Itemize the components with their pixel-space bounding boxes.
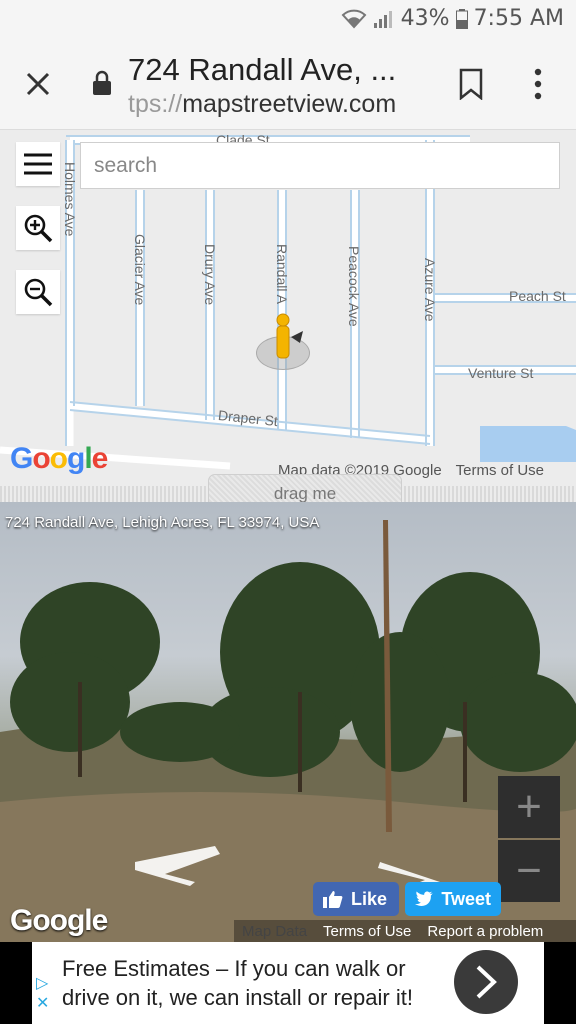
zoom-out-icon <box>24 278 53 307</box>
map-terms-link[interactable]: Terms of Use <box>456 462 544 479</box>
browser-toolbar: 724 Randall Ave, ... tps://mapstreetview… <box>0 38 576 130</box>
street-label-venture: Venture St <box>468 365 534 381</box>
tweet-label: Tweet <box>441 888 491 909</box>
thumbs-up-icon <box>323 891 343 908</box>
bookmark-icon[interactable] <box>458 68 484 100</box>
street-label-glacier: Glacier Ave <box>132 234 148 306</box>
sv-map-data-link[interactable]: Map Data <box>234 923 315 940</box>
sv-zoom-out-button[interactable]: − <box>498 840 560 902</box>
menu-icon <box>24 153 52 175</box>
wifi-icon <box>341 9 367 29</box>
street-view-scene <box>0 520 576 942</box>
status-bar: 43% 7:55 AM <box>0 0 576 38</box>
more-menu-icon[interactable] <box>528 66 548 102</box>
status-indicators: 43% 7:55 AM <box>341 6 564 31</box>
tweet-button[interactable]: Tweet <box>405 882 501 916</box>
battery-icon <box>455 8 468 29</box>
ad-line-2: drive on it, we can install or repair it… <box>62 985 413 1010</box>
battery-percent: 43% <box>400 6 450 31</box>
ad-text[interactable]: Free Estimates – If you can walk or driv… <box>62 954 442 1012</box>
google-logo-streetview: Google <box>10 904 108 937</box>
street-label-peach: Peach St <box>509 288 566 304</box>
zoom-in-icon <box>24 214 53 243</box>
ad-banner: ▷ ✕ Free Estimates – If you can walk or d… <box>0 942 576 1024</box>
clock: 7:55 AM <box>473 6 564 31</box>
map-zoom-in-button[interactable] <box>16 206 60 250</box>
map-view[interactable]: Clade St Holmes Ave Glacier Ave Drury Av… <box>0 130 576 486</box>
street-label-azure: Azure Ave <box>422 258 438 322</box>
street-label-drury: Drury Ave <box>202 244 218 306</box>
signal-icon <box>373 9 395 29</box>
lock-icon <box>93 70 111 95</box>
like-label: Like <box>351 888 388 909</box>
google-logo: Google <box>10 442 108 475</box>
page-url[interactable]: tps://mapstreetview.com <box>128 90 396 119</box>
sv-zoom-in-button[interactable]: + <box>498 776 560 838</box>
page-title[interactable]: 724 Randall Ave, ... <box>128 52 396 88</box>
url-scheme: tps:// <box>128 90 183 118</box>
street-view-panorama[interactable]: 724 Randall Ave, Lehigh Acres, FL 33974,… <box>0 502 576 942</box>
ad-content[interactable]: ▷ ✕ Free Estimates – If you can walk or d… <box>32 942 544 1024</box>
url-domain: mapstreetview.com <box>182 90 397 118</box>
close-tab-button[interactable] <box>20 66 56 102</box>
street-view-footer: Map Data Terms of Use Report a problem <box>234 920 576 942</box>
street-label-holmes: Holmes Ave <box>62 162 78 237</box>
street-view-address: 724 Randall Ave, Lehigh Acres, FL 33974,… <box>5 514 320 531</box>
hamburger-menu-button[interactable] <box>16 142 60 186</box>
search-input[interactable]: search <box>80 142 560 189</box>
ad-go-button[interactable] <box>454 950 518 1014</box>
twitter-bird-icon <box>415 891 433 906</box>
street-label-randall: Randall A <box>274 244 290 304</box>
sv-terms-link[interactable]: Terms of Use <box>315 923 419 940</box>
sv-report-link[interactable]: Report a problem <box>419 923 551 940</box>
direction-arrow-icon <box>291 331 303 343</box>
map-zoom-out-button[interactable] <box>16 270 60 314</box>
street-label-peacock: Peacock Ave <box>346 246 362 327</box>
ad-line-1: Free Estimates – If you can walk or <box>62 956 406 981</box>
chevron-right-icon <box>476 965 497 999</box>
adchoices-icon[interactable]: ▷ ✕ <box>36 974 49 1014</box>
facebook-like-button[interactable]: Like <box>313 882 399 916</box>
close-icon <box>26 72 50 96</box>
